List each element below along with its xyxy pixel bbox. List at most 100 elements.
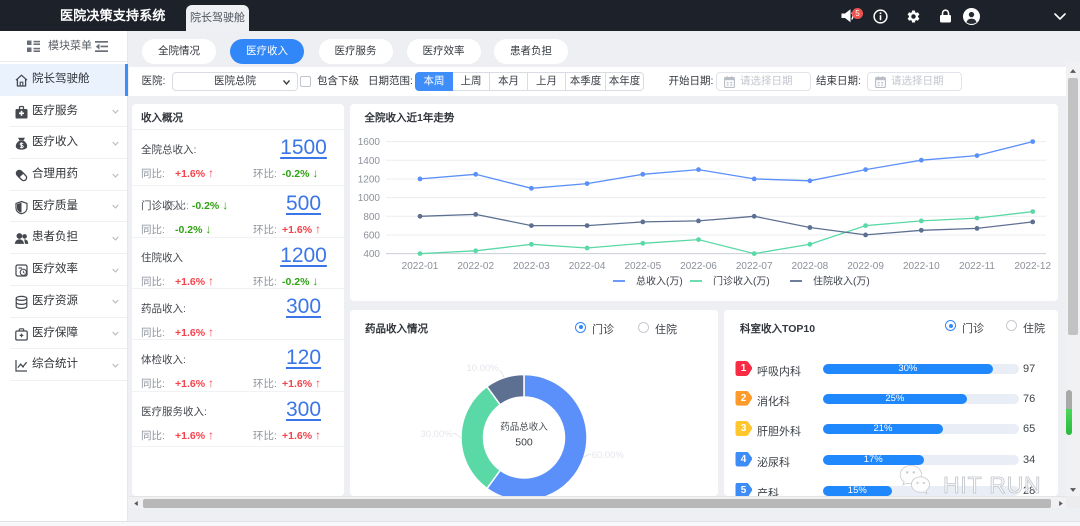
- hospital-select[interactable]: 医院总院: [172, 72, 298, 91]
- income-row: 全院总收入:1500同比:+1.6% ↑环比:-0.2% ↓: [132, 130, 344, 186]
- sidebar-item-医疗质量[interactable]: 医疗质量: [0, 191, 127, 223]
- avatar[interactable]: [963, 8, 980, 25]
- mom-label: 环比:: [253, 274, 277, 289]
- drug-radio-inpatient[interactable]: [638, 322, 649, 333]
- scroll-right-icon[interactable]: [1059, 501, 1063, 506]
- tab-医疗收入[interactable]: 医疗收入: [230, 39, 304, 64]
- dept-top10-panel: 科室收入TOP10 门诊 住院 1呼吸内科30%972消化科25%763肝胆外科…: [724, 310, 1058, 496]
- range-button-上月[interactable]: 上月: [528, 72, 566, 91]
- horizontal-scrollbar[interactable]: [129, 496, 1066, 508]
- svg-text:30.00%: 30.00%: [420, 429, 453, 440]
- sidebar-item-医疗保障[interactable]: 医疗保障: [0, 318, 127, 350]
- income-row-value[interactable]: 1200: [240, 244, 368, 268]
- vertical-scrollbar[interactable]: [1066, 62, 1080, 496]
- start-date-placeholder: 请选择日期: [740, 73, 793, 90]
- svg-text:1600: 1600: [358, 137, 381, 148]
- arrow-icon: ↑: [315, 222, 321, 236]
- sidebar-item-label: 院长驾驶舱: [32, 64, 90, 95]
- sidebar-item-label: 医疗资源: [32, 286, 78, 317]
- range-button-本月[interactable]: 本月: [490, 72, 528, 91]
- info-icon[interactable]: [873, 9, 888, 24]
- dept-bar-fill: 30%: [823, 364, 993, 374]
- dept-name: 呼吸内科: [757, 363, 801, 379]
- yoy-label: 同比:: [141, 428, 165, 443]
- range-button-本年度[interactable]: 本年度: [606, 72, 644, 91]
- drug-income-donut-chart[interactable]: 60.00%30.00%10.00%药品总收入500: [350, 310, 718, 496]
- sidebar-item-label: 合理用药: [32, 159, 78, 190]
- income-row-value[interactable]: 300: [240, 295, 368, 319]
- collapse-menu-icon[interactable]: [95, 40, 108, 53]
- yoy-value: +1.6% ↑: [175, 428, 214, 442]
- chevron-down-icon[interactable]: [1054, 13, 1066, 20]
- start-date-input[interactable]: 请选择日期: [716, 72, 811, 91]
- income-row: 门诊收入:环比: -0.2% ↓500同比:-0.2% ↓环比:+1.6% ↑: [132, 186, 344, 238]
- range-button-本季度[interactable]: 本季度: [566, 72, 606, 91]
- filter-bar: 医院: 医院总院 包含下级 日期范围: 本周上周本月上月本季度本年度 开始日期:…: [129, 67, 1080, 96]
- vertical-scrollbar-thumb[interactable]: [1068, 78, 1078, 335]
- scroll-left-icon[interactable]: [134, 501, 138, 506]
- trend-line-chart[interactable]: 16001400120010008006004002022-012022-022…: [350, 104, 1058, 301]
- dept-value: 97: [1023, 363, 1035, 375]
- gear-icon[interactable]: [906, 9, 921, 24]
- select-arrow-icon: [283, 80, 290, 85]
- horizontal-scrollbar-thumb[interactable]: [143, 499, 1051, 508]
- tab-医疗效率[interactable]: 医疗效率: [407, 39, 481, 64]
- pill-icon: [14, 168, 27, 181]
- income-row-value[interactable]: 300: [240, 398, 368, 422]
- dept-radio-inpatient[interactable]: [1006, 320, 1017, 331]
- svg-text:2022-04: 2022-04: [569, 261, 606, 272]
- yoy-value: +1.6% ↑: [175, 166, 214, 180]
- scrollbar-corner: [1066, 496, 1080, 508]
- dept-value: 28: [1023, 485, 1035, 497]
- dept-row: 3肝胆外科21%65: [724, 419, 1058, 439]
- tab-dashboard[interactable]: 院长驾驶舱: [186, 5, 249, 31]
- svg-text:2022-12: 2022-12: [1014, 261, 1051, 272]
- sidebar-item-医疗收入[interactable]: 医疗收入: [0, 127, 127, 159]
- svg-text:药品总收入: 药品总收入: [500, 421, 548, 433]
- sidebar-item-患者负担[interactable]: 患者负担: [0, 222, 127, 254]
- end-date-input[interactable]: 请选择日期: [867, 72, 962, 91]
- include-sub-checkbox[interactable]: [300, 76, 311, 87]
- dept-bar-fill: 25%: [823, 394, 967, 404]
- clockboard-icon: [14, 263, 27, 276]
- rank-badge: 2: [735, 391, 752, 406]
- range-button-上周[interactable]: 上周: [453, 72, 490, 91]
- sidebar-item-医疗效率[interactable]: 医疗效率: [0, 254, 127, 286]
- drug-radio-inpatient-label: 住院: [655, 321, 677, 337]
- sidebar-item-院长驾驶舱[interactable]: 院长驾驶舱: [0, 64, 127, 96]
- inner-scrollbar-thumb[interactable]: [1066, 390, 1072, 435]
- svg-text:2022-06: 2022-06: [680, 261, 717, 272]
- svg-text:1200: 1200: [358, 174, 381, 185]
- sidebar-item-合理用药[interactable]: 合理用药: [0, 159, 127, 191]
- sidebar-header: 模块菜单: [0, 31, 127, 62]
- dept-radio-outpatient[interactable]: [945, 320, 956, 331]
- calendar-icon: [875, 76, 886, 88]
- scroll-down-icon[interactable]: [1070, 488, 1076, 492]
- tab-全院情况[interactable]: 全院情况: [142, 39, 216, 64]
- dept-row: 4泌尿科17%34: [724, 450, 1058, 470]
- range-button-本周[interactable]: 本周: [415, 72, 453, 91]
- mom-value: -0.2% ↓: [282, 166, 318, 180]
- sidebar-item-综合统计[interactable]: 综合统计: [0, 349, 127, 381]
- income-row-value[interactable]: 500: [240, 192, 368, 216]
- arrow-icon: ↑: [208, 376, 214, 390]
- scroll-up-icon[interactable]: [1070, 69, 1076, 73]
- database-icon: [14, 295, 27, 308]
- dept-bar-track: 25%: [823, 394, 1019, 404]
- dept-bar-track: 17%: [823, 455, 1019, 465]
- svg-text:2022-07: 2022-07: [736, 261, 773, 272]
- tab-医疗服务[interactable]: 医疗服务: [319, 39, 393, 64]
- income-row-value[interactable]: 120: [240, 346, 368, 370]
- lock-icon[interactable]: [939, 9, 952, 23]
- sidebar-item-医疗服务[interactable]: 医疗服务: [0, 96, 127, 128]
- mom-value: +1.6% ↑: [282, 222, 321, 236]
- sidebar-item-label: 医疗效率: [32, 254, 78, 285]
- shield-icon: [14, 200, 27, 213]
- yoy-label: 同比:: [141, 222, 165, 237]
- dept-name: 泌尿科: [757, 454, 790, 470]
- tab-患者负担[interactable]: 患者负担: [494, 39, 568, 64]
- rank-badge: 1: [735, 361, 752, 376]
- drug-radio-outpatient[interactable]: [575, 322, 586, 333]
- sidebar-item-医疗资源[interactable]: 医疗资源: [0, 286, 127, 318]
- income-row-value[interactable]: 1500: [240, 136, 368, 160]
